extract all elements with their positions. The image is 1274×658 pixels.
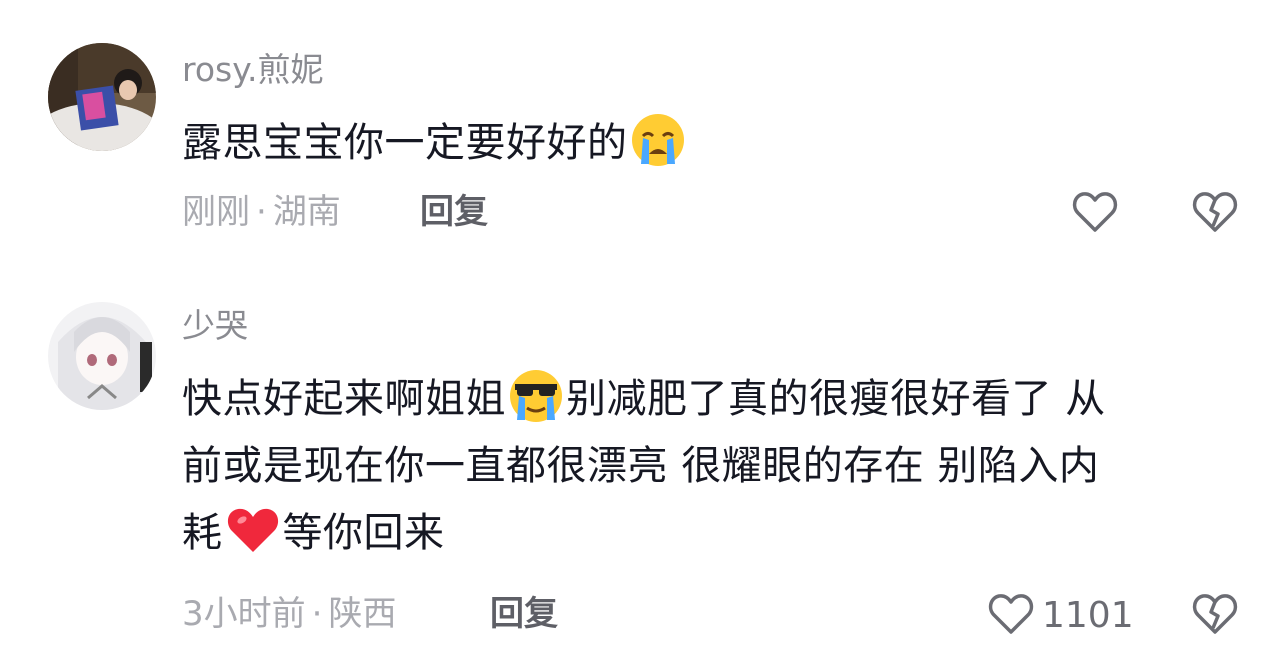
red-heart-icon bbox=[224, 500, 282, 558]
comment-text-part: 前或是现在你一直都很漂亮 很耀眼的存在 别陷入内 bbox=[182, 443, 1100, 489]
reply-button[interactable]: 回复 bbox=[490, 597, 558, 631]
heart-outline-icon bbox=[988, 592, 1034, 640]
avatar[interactable] bbox=[48, 302, 156, 410]
broken-heart-icon bbox=[1192, 594, 1238, 640]
comment-text-part: 快点好起来啊姐姐 bbox=[182, 376, 506, 422]
comment-time: 3小时前 bbox=[182, 594, 306, 634]
comment-text-part: 等你回来 bbox=[282, 510, 445, 556]
meta-separator: · bbox=[311, 594, 323, 634]
like-count: 1101 bbox=[1042, 595, 1134, 636]
like-button[interactable]: 1101 bbox=[988, 592, 1134, 640]
dislike-button[interactable] bbox=[1192, 592, 1238, 640]
comment-location: 陕西 bbox=[328, 594, 397, 634]
comment-text-part: 耗 bbox=[182, 510, 223, 556]
comment-text: 快点好起来啊姐姐 别减肥了真的很瘦很好看了 从 前或是现在你一直都很漂亮 很耀眼… bbox=[182, 366, 1232, 567]
sunglasses-crying-face-icon bbox=[507, 366, 565, 424]
comment-text-part: 别减肥了真的很瘦很好看了 从 bbox=[566, 376, 1106, 422]
username[interactable]: 少哭 bbox=[182, 309, 248, 342]
comment-meta: 3小时前 · 陕西 bbox=[182, 597, 396, 631]
comment-item: 少哭 快点好起来啊姐姐 别减肥了真的很瘦很好看了 从 前或是现在你一直都很漂亮 … bbox=[0, 0, 1274, 658]
